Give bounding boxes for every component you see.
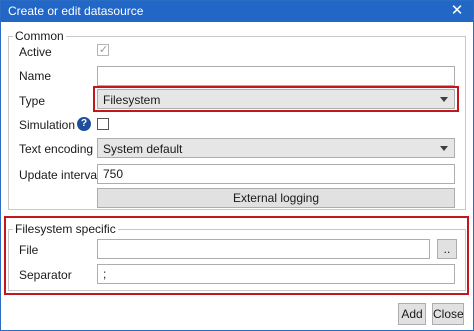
active-checkbox[interactable]: ✓ [97, 44, 109, 56]
text-encoding-label: Text encoding [19, 142, 94, 156]
separator-label: Separator [19, 268, 72, 282]
file-input[interactable] [97, 239, 430, 259]
type-selected-value: Filesystem [103, 93, 161, 107]
add-button[interactable]: Add [398, 303, 426, 325]
simulation-checkbox[interactable] [97, 118, 109, 130]
close-icon[interactable]: ✕ [449, 2, 465, 20]
common-group-legend: Common [15, 29, 64, 43]
title-bar[interactable]: Create or edit datasource ✕ [1, 1, 473, 22]
name-label: Name [19, 69, 52, 83]
text-encoding-dropdown[interactable]: System default [97, 138, 455, 158]
filesystem-specific-legend: Filesystem specific [15, 222, 116, 236]
browse-file-button[interactable]: .. [437, 239, 457, 259]
name-input[interactable] [97, 66, 455, 86]
help-icon[interactable]: ? [77, 117, 91, 131]
active-label: Active [19, 45, 52, 59]
type-label: Type [19, 94, 46, 108]
text-encoding-selected-value: System default [103, 142, 183, 156]
simulation-label: Simulation [19, 118, 76, 132]
chevron-down-icon [440, 97, 448, 102]
checkmark-icon: ✓ [98, 44, 109, 56]
file-label: File [19, 243, 39, 257]
update-interval-input[interactable] [97, 164, 455, 184]
close-button[interactable]: Close [432, 303, 464, 325]
external-logging-button[interactable]: External logging [97, 188, 455, 208]
type-dropdown[interactable]: Filesystem [97, 89, 455, 109]
separator-input[interactable] [97, 264, 455, 284]
dialog-window: Create or edit datasource ✕ Common Activ… [0, 0, 474, 331]
chevron-down-icon [440, 146, 448, 151]
window-title: Create or edit datasource [8, 4, 144, 18]
